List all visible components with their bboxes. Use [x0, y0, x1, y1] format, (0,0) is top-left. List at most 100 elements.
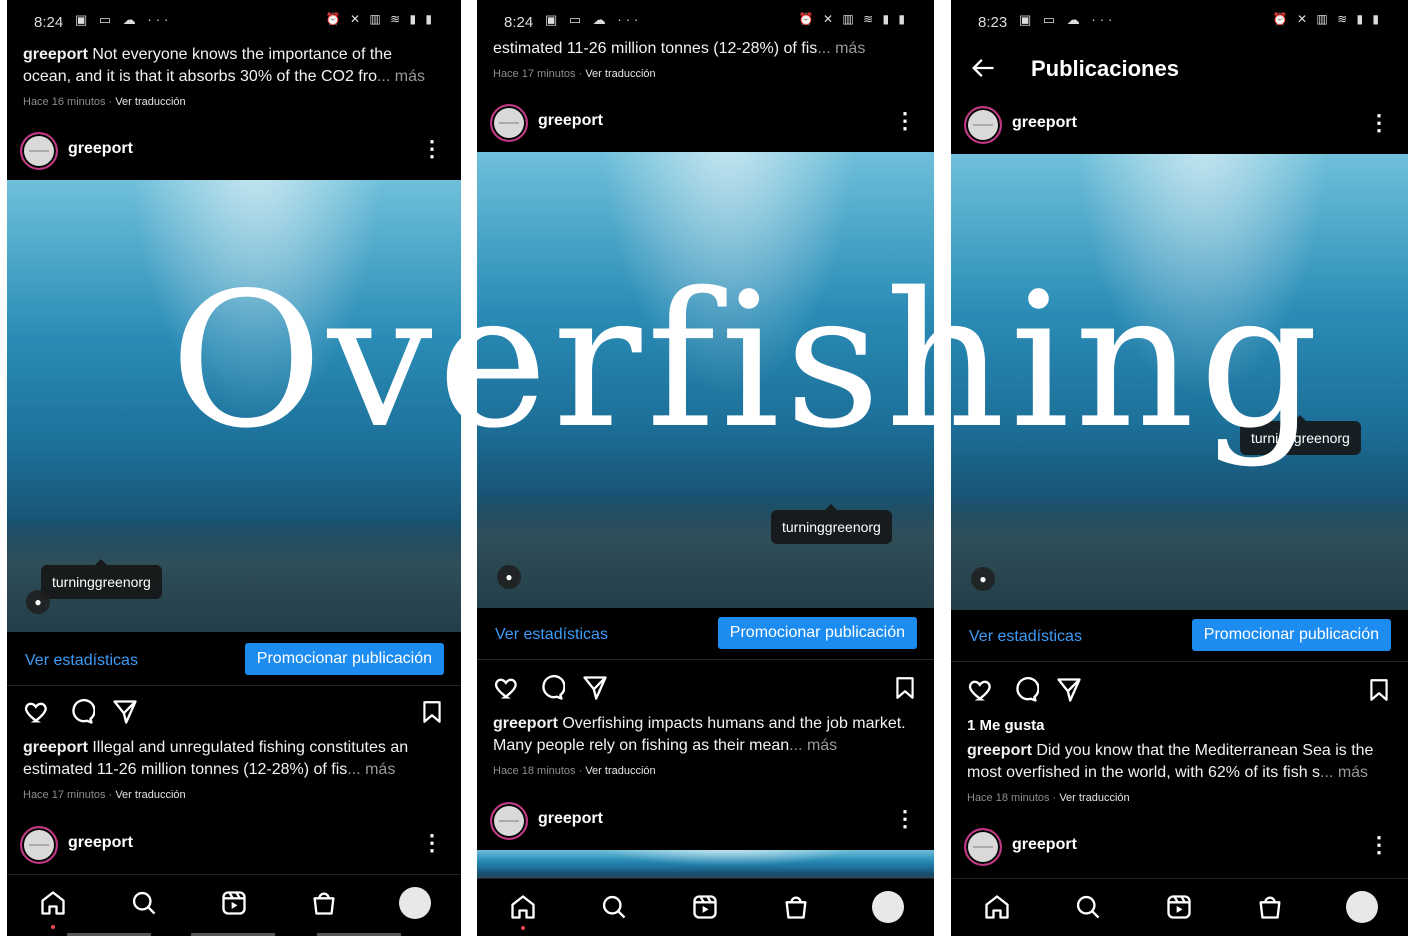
- caption-username[interactable]: greeport: [23, 46, 88, 63]
- next-post-header: greeport ⋮: [951, 822, 1408, 876]
- post-image[interactable]: turninggreenorg ●: [7, 180, 461, 632]
- view-stats-link[interactable]: Ver estadísticas: [969, 628, 1082, 646]
- comment-icon[interactable]: [67, 698, 95, 726]
- post-header: greeport ⋮: [7, 126, 461, 180]
- caption-username[interactable]: greeport: [493, 715, 558, 732]
- search-icon[interactable]: [130, 889, 158, 917]
- more-link[interactable]: ... más: [377, 68, 425, 85]
- shop-icon[interactable]: [782, 893, 810, 921]
- view-stats-link[interactable]: Ver estadísticas: [495, 626, 608, 644]
- more-options-icon[interactable]: ⋮: [1368, 110, 1390, 136]
- reels-icon[interactable]: [220, 889, 248, 917]
- reels-icon[interactable]: [691, 893, 719, 921]
- bookmark-icon[interactable]: [419, 698, 445, 726]
- user-tag[interactable]: turninggreenorg: [1240, 415, 1361, 455]
- more-link[interactable]: ... más: [817, 40, 865, 57]
- home-icon[interactable]: [509, 893, 537, 921]
- post-caption: estimated 11-26 million tonnes (12-28%) …: [493, 38, 916, 60]
- share-icon[interactable]: [581, 674, 609, 702]
- promote-button[interactable]: Promocionar publicación: [717, 617, 917, 649]
- more-options-icon[interactable]: ⋮: [421, 136, 443, 162]
- view-stats-link[interactable]: Ver estadísticas: [25, 652, 138, 670]
- home-icon[interactable]: [983, 893, 1011, 921]
- tagged-user-icon[interactable]: ●: [497, 565, 521, 589]
- search-icon[interactable]: [1074, 893, 1102, 921]
- translate-link[interactable]: Ver traducción: [1059, 792, 1129, 804]
- home-icon[interactable]: [39, 889, 67, 917]
- bookmark-icon[interactable]: [1366, 676, 1392, 704]
- post-time: Hace 18 minutos ·: [493, 765, 586, 777]
- avatar[interactable]: [490, 104, 528, 142]
- post-username[interactable]: greeport: [1012, 114, 1077, 132]
- post-meta: Hace 18 minutos · Ver traducción: [493, 765, 656, 777]
- bottom-navigation: [7, 874, 461, 936]
- system-status-icons: ⏰ ✕ ▥ ≋ ▮ ▮: [325, 12, 435, 26]
- more-link[interactable]: ... más: [1320, 764, 1368, 781]
- more-options-icon[interactable]: ⋮: [894, 806, 916, 832]
- more-options-icon[interactable]: ⋮: [1368, 832, 1390, 858]
- tagged-user-icon[interactable]: ●: [26, 590, 50, 614]
- avatar[interactable]: [964, 828, 1002, 866]
- post-header: greeport ⋮: [951, 100, 1408, 154]
- promote-button[interactable]: Promocionar publicación: [1191, 619, 1391, 651]
- bookmark-icon[interactable]: [892, 674, 918, 702]
- avatar[interactable]: [490, 802, 528, 840]
- phone-screen-1: 8:24 ▣ ▭ ☁ ··· ⏰ ✕ ▥ ≋ ▮ ▮ greeport Not …: [7, 0, 461, 936]
- promote-button[interactable]: Promocionar publicación: [244, 643, 444, 675]
- status-time: 8:24: [34, 14, 64, 31]
- post-username[interactable]: greeport: [538, 810, 603, 828]
- shop-icon[interactable]: [310, 889, 338, 917]
- heart-icon[interactable]: [493, 674, 521, 702]
- more-options-icon[interactable]: ⋮: [894, 108, 916, 134]
- post-time: Hace 17 minutos ·: [493, 68, 586, 80]
- heart-icon[interactable]: [23, 698, 51, 726]
- action-bar: [951, 670, 1408, 710]
- avatar[interactable]: [20, 132, 58, 170]
- reels-icon[interactable]: [1165, 893, 1193, 921]
- insights-row: Ver estadísticas Promocionar publicación: [477, 608, 934, 660]
- profile-avatar[interactable]: [872, 891, 904, 923]
- more-link[interactable]: ... más: [789, 737, 837, 754]
- shop-icon[interactable]: [1256, 893, 1284, 921]
- user-tag[interactable]: turninggreenorg: [771, 504, 892, 544]
- avatar[interactable]: [964, 106, 1002, 144]
- post-image[interactable]: turninggreenorg ●: [477, 152, 934, 608]
- profile-avatar[interactable]: [1346, 891, 1378, 923]
- caption-username[interactable]: greeport: [967, 742, 1032, 759]
- action-bar: [7, 692, 461, 732]
- share-icon[interactable]: [111, 698, 139, 726]
- next-post-image[interactable]: [477, 850, 934, 880]
- post-username[interactable]: greeport: [68, 834, 133, 852]
- page-title: Publicaciones: [1031, 56, 1179, 81]
- post-header: greeport ⋮: [477, 98, 934, 152]
- tagged-user-icon[interactable]: ●: [971, 567, 995, 591]
- heart-icon[interactable]: [967, 676, 995, 704]
- notification-icons: ▣ ▭ ☁ ···: [75, 12, 173, 27]
- post-username[interactable]: greeport: [1012, 836, 1077, 854]
- translate-link[interactable]: Ver traducción: [585, 765, 655, 777]
- caption-username[interactable]: greeport: [23, 739, 88, 756]
- avatar[interactable]: [20, 826, 58, 864]
- user-tag[interactable]: turninggreenorg: [41, 559, 162, 599]
- back-arrow-icon[interactable]: [969, 54, 997, 82]
- post-username[interactable]: greeport: [68, 140, 133, 158]
- post-image[interactable]: turninggreenorg ●: [951, 154, 1408, 610]
- post-caption: greeport Illegal and unregulated fishing…: [23, 737, 443, 781]
- post-time: Hace 16 minutos ·: [23, 96, 116, 108]
- post-time: Hace 18 minutos ·: [967, 792, 1060, 804]
- likes-count[interactable]: 1 Me gusta: [967, 717, 1045, 734]
- translate-link[interactable]: Ver traducción: [115, 96, 185, 108]
- post-username[interactable]: greeport: [538, 112, 603, 130]
- share-icon[interactable]: [1055, 676, 1083, 704]
- more-options-icon[interactable]: ⋮: [421, 830, 443, 856]
- top-bar: Publicaciones: [951, 40, 1408, 96]
- translate-link[interactable]: Ver traducción: [115, 789, 185, 801]
- comment-icon[interactable]: [537, 674, 565, 702]
- comment-icon[interactable]: [1011, 676, 1039, 704]
- post-caption: greeport Overfishing impacts humans and …: [493, 713, 916, 757]
- notification-icons: ▣ ▭ ☁ ···: [545, 12, 643, 27]
- more-link[interactable]: ... más: [347, 761, 395, 778]
- search-icon[interactable]: [600, 893, 628, 921]
- translate-link[interactable]: Ver traducción: [585, 68, 655, 80]
- profile-avatar[interactable]: [399, 887, 431, 919]
